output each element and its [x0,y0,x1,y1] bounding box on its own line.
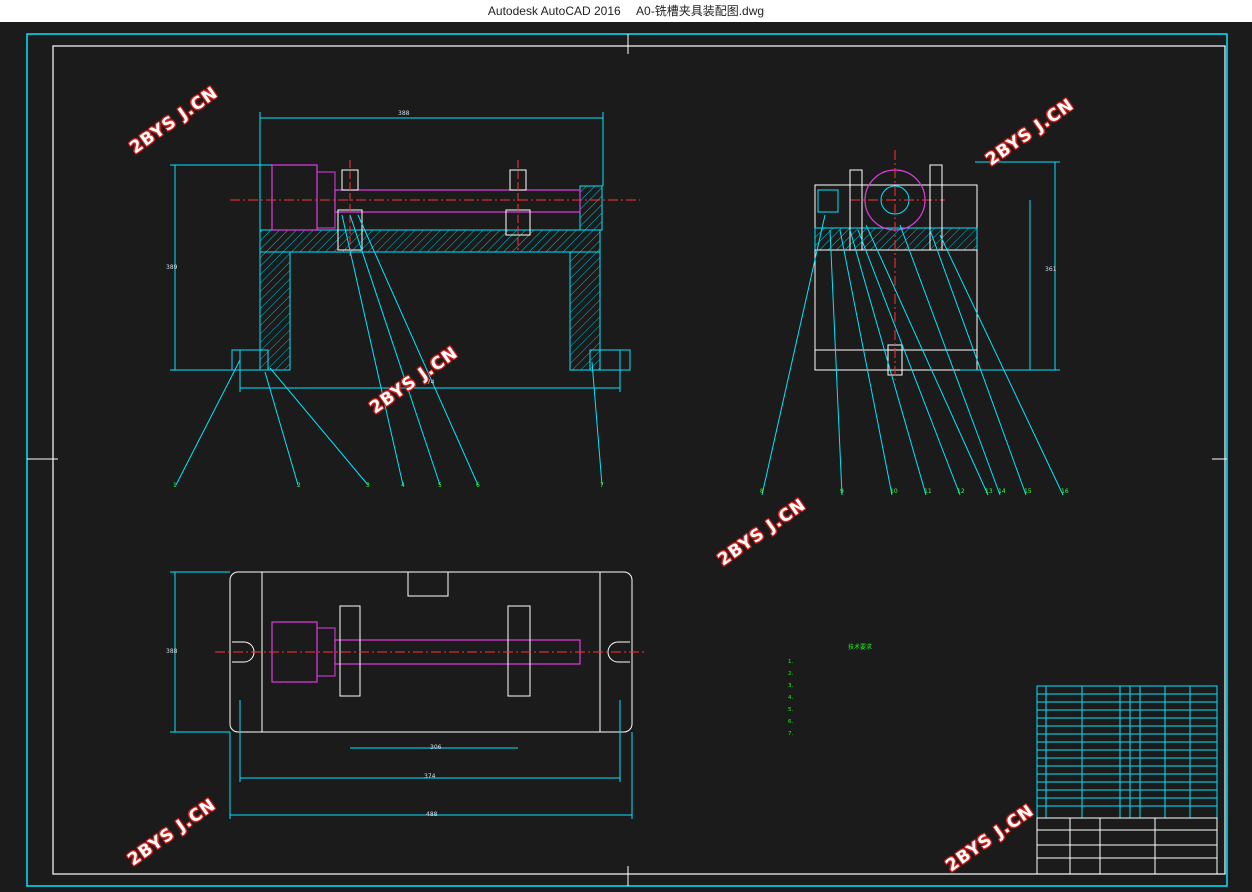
front-view [170,112,640,486]
dim-plan-total: 488 [426,811,438,818]
callout-5: 5 [438,482,442,489]
title-block [1036,817,1218,875]
tech-line-1: 1. [788,659,794,665]
tech-line-5: 5. [788,707,794,713]
tech-line-2: 2. [788,671,794,677]
callout-2: 2 [297,482,301,489]
dim-top-width: 388 [398,110,410,117]
callout-1: 1 [173,482,177,489]
callout-8: 8 [760,488,764,495]
tech-line-6: 6. [788,719,794,725]
callout-14: 14 [998,488,1006,495]
drawing-canvas[interactable]: 388 389 374 361 488 374 306 388 1 2 3 4 … [0,22,1252,892]
tech-line-4: 4. [788,695,794,701]
dim-plan-small: 306 [430,744,442,751]
callout-7: 7 [600,482,604,489]
app-title: Autodesk AutoCAD 2016 [487,4,621,18]
tech-line-7: 7. [788,731,794,737]
callout-3: 3 [366,482,370,489]
tech-requirements: 技术要求 1. 2. 3. 4. 5. 6. 7. [788,642,872,740]
dim-side-height: 361 [1045,266,1057,273]
dim-height: 389 [166,264,178,271]
side-view [761,150,1064,496]
cad-drawing [26,33,1228,887]
dim-plan-height: 388 [166,648,178,655]
callout-9: 9 [840,488,844,495]
callout-15: 15 [1024,488,1032,495]
tech-requirements-title: 技术要求 [848,644,873,651]
dim-plan-inner: 374 [424,773,436,780]
window-title-bar: Autodesk AutoCAD 2016 A0-铣槽夹具装配图.dwg [0,0,1252,22]
callout-16: 16 [1061,488,1069,495]
file-name: A0-铣槽夹具装配图.dwg [636,4,765,18]
plan-view [170,571,645,819]
callout-4: 4 [401,482,405,489]
parts-list [1036,685,1218,819]
callout-10: 10 [890,488,898,495]
tech-line-3: 3. [788,683,794,689]
callout-12: 12 [957,488,965,495]
callout-13: 13 [985,488,993,495]
callout-6: 6 [476,482,480,489]
callout-11: 11 [924,488,932,495]
